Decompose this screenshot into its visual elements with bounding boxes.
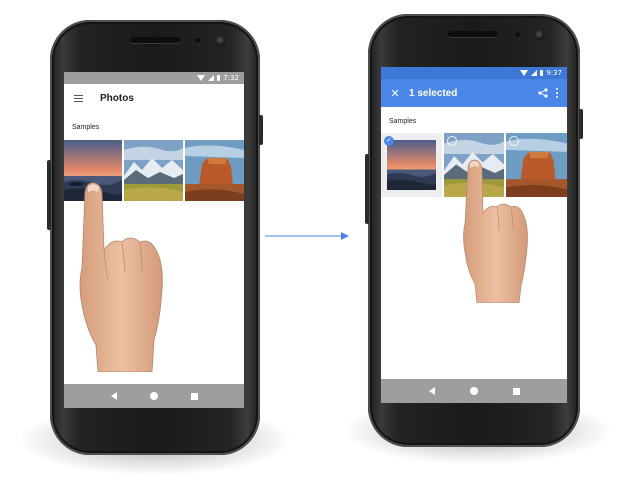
left-phone-power-button <box>259 115 263 145</box>
app-title: Photos <box>100 92 134 104</box>
right-status-bar: 9:37 <box>381 67 567 79</box>
right-phone-speaker <box>448 31 498 37</box>
wifi-icon <box>520 70 529 76</box>
close-icon[interactable]: ✕ <box>390 87 400 100</box>
back-icon[interactable] <box>428 387 435 395</box>
section-label-samples: Samples <box>389 118 417 125</box>
radio-icon[interactable] <box>509 136 519 146</box>
photo-thumb-butte[interactable] <box>185 140 244 201</box>
right-phone-camera <box>535 30 545 40</box>
photo-thumb-seascape[interactable] <box>387 140 436 190</box>
right-phone-power-button <box>579 109 583 139</box>
left-phone-speaker <box>130 37 180 43</box>
selection-count-title: 1 selected <box>409 87 458 99</box>
left-status-bar: 7:32 <box>64 72 244 84</box>
right-phone-side-button <box>365 154 369 224</box>
menu-icon[interactable] <box>74 94 83 102</box>
more-options-icon[interactable] <box>556 88 558 98</box>
battery-icon <box>217 75 221 81</box>
status-time: 9:37 <box>546 69 562 77</box>
photo-tile-selected[interactable]: ✓ <box>381 133 442 197</box>
hand-tap-gesture <box>463 159 528 303</box>
recents-icon[interactable] <box>512 387 520 395</box>
section-label-samples: Samples <box>72 124 100 131</box>
back-icon[interactable] <box>110 392 117 400</box>
signal-icon <box>531 70 538 76</box>
wifi-icon <box>197 75 206 81</box>
left-nav-bar <box>64 384 244 408</box>
right-phone-sensor <box>515 32 520 37</box>
selection-app-bar: ✕ 1 selected <box>381 79 567 107</box>
recents-icon[interactable] <box>190 392 198 400</box>
left-app-bar: Photos <box>64 84 244 112</box>
home-icon[interactable] <box>149 392 158 400</box>
left-phone-camera <box>216 36 226 46</box>
left-phone-sensor <box>195 38 200 43</box>
left-phone-side-button <box>47 160 51 230</box>
radio-icon[interactable] <box>447 136 457 146</box>
hand-long-press-gesture <box>79 182 163 372</box>
home-icon[interactable] <box>469 387 478 395</box>
signal-icon <box>208 75 215 81</box>
share-icon[interactable] <box>538 88 548 98</box>
transition-arrow <box>265 232 349 240</box>
battery-icon <box>540 70 544 76</box>
right-nav-bar <box>381 379 567 403</box>
status-time: 7:32 <box>223 74 239 82</box>
check-icon[interactable]: ✓ <box>384 136 394 146</box>
